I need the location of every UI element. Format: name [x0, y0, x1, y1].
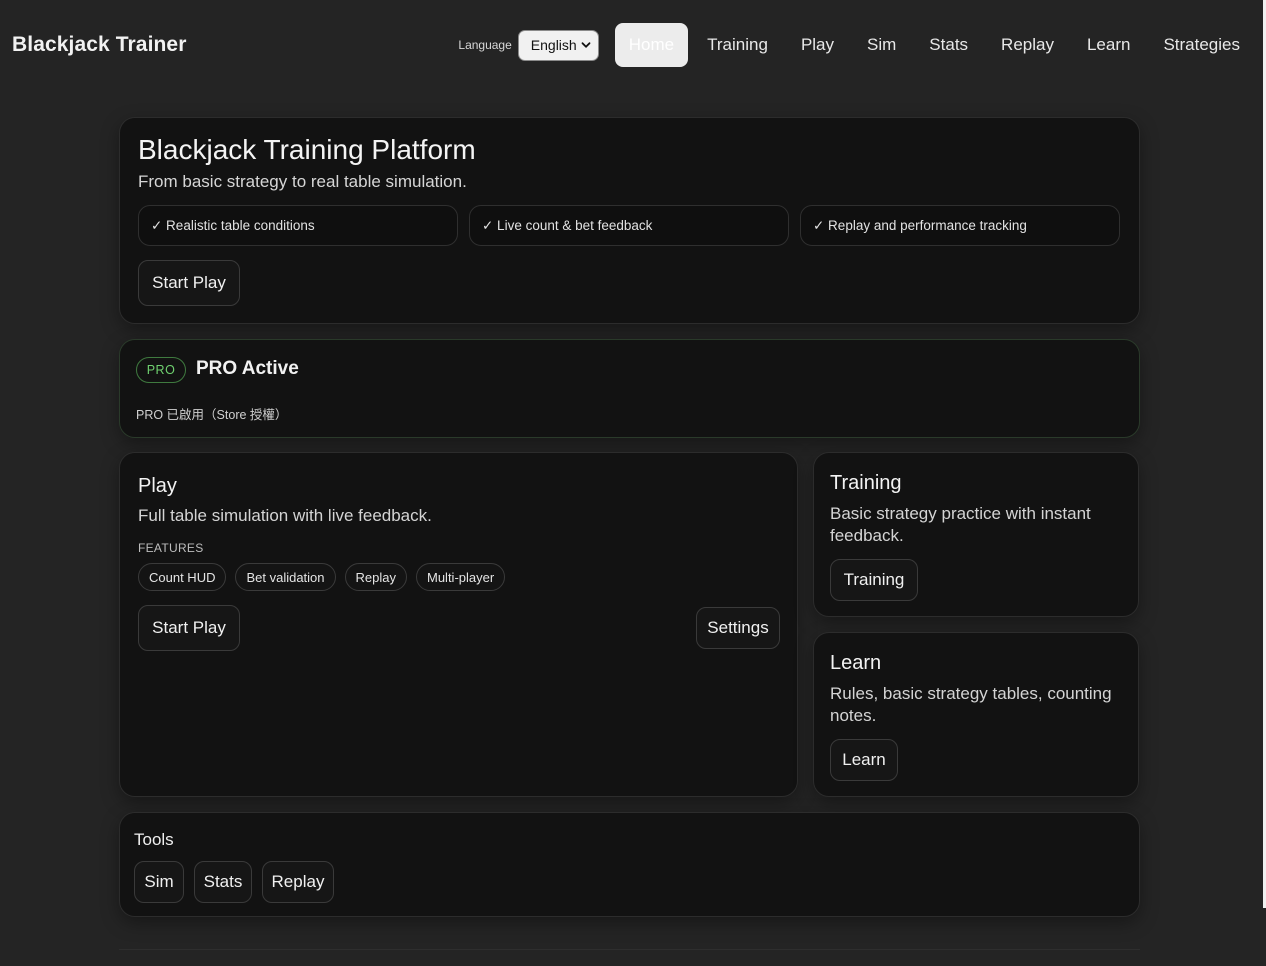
tools-stats-button[interactable]: Stats	[194, 861, 252, 903]
tag-count-hud: Count HUD	[138, 563, 227, 591]
pro-status-card: PRO PRO Active PRO 已啟用（Store 授權）	[119, 339, 1140, 438]
features-label: FEATURES	[138, 541, 204, 555]
language-select[interactable]: English	[517, 29, 599, 61]
play-card: Play Full table simulation with live fee…	[119, 452, 798, 797]
learn-card-description: Rules, basic strategy tables, counting n…	[830, 684, 1112, 725]
nav-stats[interactable]: Stats	[915, 23, 982, 67]
top-bar: Blackjack Trainer Language English Home …	[0, 0, 1266, 90]
learn-card: Learn Rules, basic strategy tables, coun…	[813, 632, 1139, 797]
hero-start-play-button[interactable]: Start Play	[138, 260, 240, 306]
nav-sim[interactable]: Sim	[853, 23, 910, 67]
pro-title: PRO Active	[196, 358, 299, 379]
tools-sim-button[interactable]: Sim	[134, 861, 184, 903]
tag-replay: Replay	[344, 563, 407, 591]
nav-home[interactable]: Home	[614, 23, 689, 67]
tools-replay-button[interactable]: Replay	[262, 861, 334, 903]
feature-tags: Count HUD Bet validation Replay Multi-pl…	[138, 563, 514, 591]
hero-feature-count: ✓ Live count & bet feedback	[469, 205, 789, 246]
pro-badge: PRO	[136, 357, 186, 383]
play-card-description: Full table simulation with live feedback…	[138, 506, 432, 525]
training-card: Training Basic strategy practice with in…	[813, 452, 1139, 617]
nav-learn[interactable]: Learn	[1073, 23, 1144, 67]
learn-button[interactable]: Learn	[830, 739, 898, 781]
training-button[interactable]: Training	[830, 559, 918, 601]
play-card-title: Play	[138, 475, 177, 497]
training-card-title: Training	[830, 472, 902, 494]
training-card-description: Basic strategy practice with instant fee…	[830, 504, 1091, 545]
language-label: Language	[458, 38, 512, 52]
tools-card: Tools Sim Stats Replay	[119, 812, 1140, 917]
play-start-button[interactable]: Start Play	[138, 605, 240, 651]
nav-strategies[interactable]: Strategies	[1149, 23, 1254, 67]
tag-multi-player: Multi-player	[416, 563, 506, 591]
language-select-value: English	[530, 37, 577, 53]
hero-title: Blackjack Training Platform	[138, 134, 476, 165]
tag-bet-validation: Bet validation	[235, 563, 336, 591]
app-brand: Blackjack Trainer	[12, 33, 187, 56]
hero-card: Blackjack Training Platform From basic s…	[119, 117, 1140, 324]
nav-replay[interactable]: Replay	[987, 23, 1068, 67]
footer-divider	[119, 949, 1140, 950]
nav-play[interactable]: Play	[787, 23, 848, 67]
pro-note: PRO 已啟用（Store 授權）	[136, 408, 288, 422]
hero-subtitle: From basic strategy to real table simula…	[138, 172, 467, 191]
main-nav: Language English Home Training Play Sim …	[458, 23, 1254, 67]
nav-training[interactable]: Training	[693, 23, 782, 67]
hero-feature-replay: ✓ Replay and performance tracking	[800, 205, 1120, 246]
play-settings-button[interactable]: Settings	[696, 607, 780, 649]
chevron-down-icon	[581, 42, 591, 48]
hero-feature-realistic: ✓ Realistic table conditions	[138, 205, 458, 246]
tools-title: Tools	[134, 830, 174, 849]
learn-card-title: Learn	[830, 652, 882, 674]
